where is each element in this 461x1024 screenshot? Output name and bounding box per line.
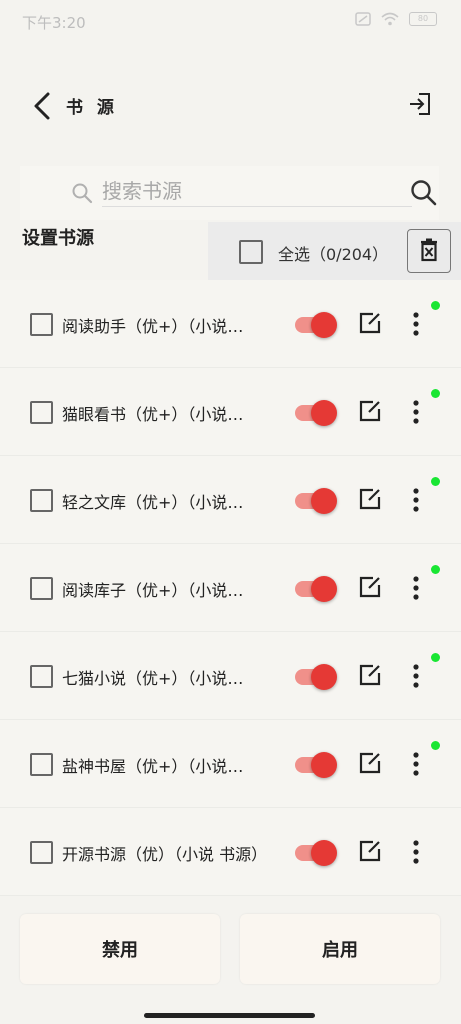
status-dot bbox=[431, 653, 440, 662]
sim-icon bbox=[355, 12, 371, 26]
search-icon bbox=[72, 183, 93, 204]
enable-toggle[interactable] bbox=[295, 576, 337, 602]
search-bar bbox=[20, 166, 439, 220]
more-options-icon[interactable] bbox=[406, 487, 426, 513]
toggle-knob bbox=[311, 664, 337, 690]
source-row[interactable]: 开源书源（优）（小说 书源） bbox=[0, 808, 461, 896]
edit-icon[interactable] bbox=[358, 839, 382, 863]
more-options-icon[interactable] bbox=[406, 399, 426, 425]
toggle-knob bbox=[311, 312, 337, 338]
source-name: 阅读库子（优+）（小说… bbox=[62, 581, 244, 600]
row-checkbox[interactable] bbox=[30, 753, 53, 776]
export-icon[interactable] bbox=[406, 90, 434, 118]
delete-selected-button[interactable] bbox=[407, 229, 451, 273]
enable-toggle[interactable] bbox=[295, 664, 337, 690]
source-name: 盐神书屋（优+）（小说… bbox=[62, 757, 244, 776]
status-dot bbox=[431, 565, 440, 574]
edit-icon[interactable] bbox=[358, 399, 382, 423]
source-name: 开源书源（优）（小说 书源） bbox=[62, 845, 268, 864]
toggle-knob bbox=[311, 840, 337, 866]
source-list: 阅读助手（优+）（小说… 猫眼看书（优+）（小说… 轻之文库（优+）（小说… 阅… bbox=[0, 280, 461, 896]
source-name: 阅读助手（优+）（小说… bbox=[62, 317, 244, 336]
status-icons: 80 bbox=[355, 12, 437, 26]
search-input[interactable] bbox=[102, 176, 412, 207]
bottom-action-bar: 禁用 启用 bbox=[0, 902, 461, 1004]
more-options-icon[interactable] bbox=[406, 751, 426, 777]
status-bar: 下午3:20 80 bbox=[0, 0, 461, 44]
search-submit-icon[interactable] bbox=[409, 178, 439, 208]
enable-toggle[interactable] bbox=[295, 840, 337, 866]
wifi-icon bbox=[381, 12, 399, 26]
select-all-label[interactable]: 全选（0/204） bbox=[278, 241, 388, 265]
status-dot bbox=[431, 741, 440, 750]
section-title: 设置书源 bbox=[22, 228, 94, 249]
toolbar: 书 源 bbox=[0, 44, 461, 164]
edit-icon[interactable] bbox=[358, 575, 382, 599]
source-row[interactable]: 盐神书屋（优+）（小说… bbox=[0, 720, 461, 808]
battery-icon: 80 bbox=[409, 12, 437, 26]
toggle-knob bbox=[311, 752, 337, 778]
disable-button[interactable]: 禁用 bbox=[20, 914, 220, 984]
row-checkbox[interactable] bbox=[30, 577, 53, 600]
status-dot bbox=[431, 301, 440, 310]
select-all-panel: 全选（0/204） bbox=[208, 222, 461, 280]
more-options-icon[interactable] bbox=[406, 311, 426, 337]
back-arrow-icon[interactable] bbox=[30, 90, 54, 122]
source-row[interactable]: 阅读助手（优+）（小说… bbox=[0, 280, 461, 368]
more-options-icon[interactable] bbox=[406, 839, 426, 865]
source-row[interactable]: 轻之文库（优+）（小说… bbox=[0, 456, 461, 544]
select-all-checkbox[interactable] bbox=[239, 240, 263, 264]
enable-button[interactable]: 启用 bbox=[240, 914, 440, 984]
source-name: 猫眼看书（优+）（小说… bbox=[62, 405, 244, 424]
toggle-knob bbox=[311, 400, 337, 426]
row-checkbox[interactable] bbox=[30, 665, 53, 688]
enable-toggle[interactable] bbox=[295, 488, 337, 514]
edit-icon[interactable] bbox=[358, 751, 382, 775]
delete-icon bbox=[421, 238, 437, 262]
toggle-knob bbox=[311, 576, 337, 602]
status-dot bbox=[431, 389, 440, 398]
edit-icon[interactable] bbox=[358, 663, 382, 687]
page-title: 书 源 bbox=[66, 98, 118, 118]
source-row[interactable]: 猫眼看书（优+）（小说… bbox=[0, 368, 461, 456]
more-options-icon[interactable] bbox=[406, 663, 426, 689]
enable-toggle[interactable] bbox=[295, 400, 337, 426]
row-checkbox[interactable] bbox=[30, 401, 53, 424]
toggle-knob bbox=[311, 488, 337, 514]
status-time: 下午3:20 bbox=[22, 14, 86, 32]
row-checkbox[interactable] bbox=[30, 841, 53, 864]
enable-toggle[interactable] bbox=[295, 752, 337, 778]
enable-toggle[interactable] bbox=[295, 312, 337, 338]
status-dot bbox=[431, 477, 440, 486]
source-row[interactable]: 阅读库子（优+）（小说… bbox=[0, 544, 461, 632]
row-checkbox[interactable] bbox=[30, 313, 53, 336]
more-options-icon[interactable] bbox=[406, 575, 426, 601]
source-name: 七猫小说（优+）（小说… bbox=[62, 669, 244, 688]
edit-icon[interactable] bbox=[358, 487, 382, 511]
source-name: 轻之文库（优+）（小说… bbox=[62, 493, 244, 512]
source-row[interactable]: 七猫小说（优+）（小说… bbox=[0, 632, 461, 720]
edit-icon[interactable] bbox=[358, 311, 382, 335]
row-checkbox[interactable] bbox=[30, 489, 53, 512]
home-bar-area bbox=[0, 1004, 461, 1024]
home-indicator[interactable] bbox=[144, 1013, 315, 1018]
